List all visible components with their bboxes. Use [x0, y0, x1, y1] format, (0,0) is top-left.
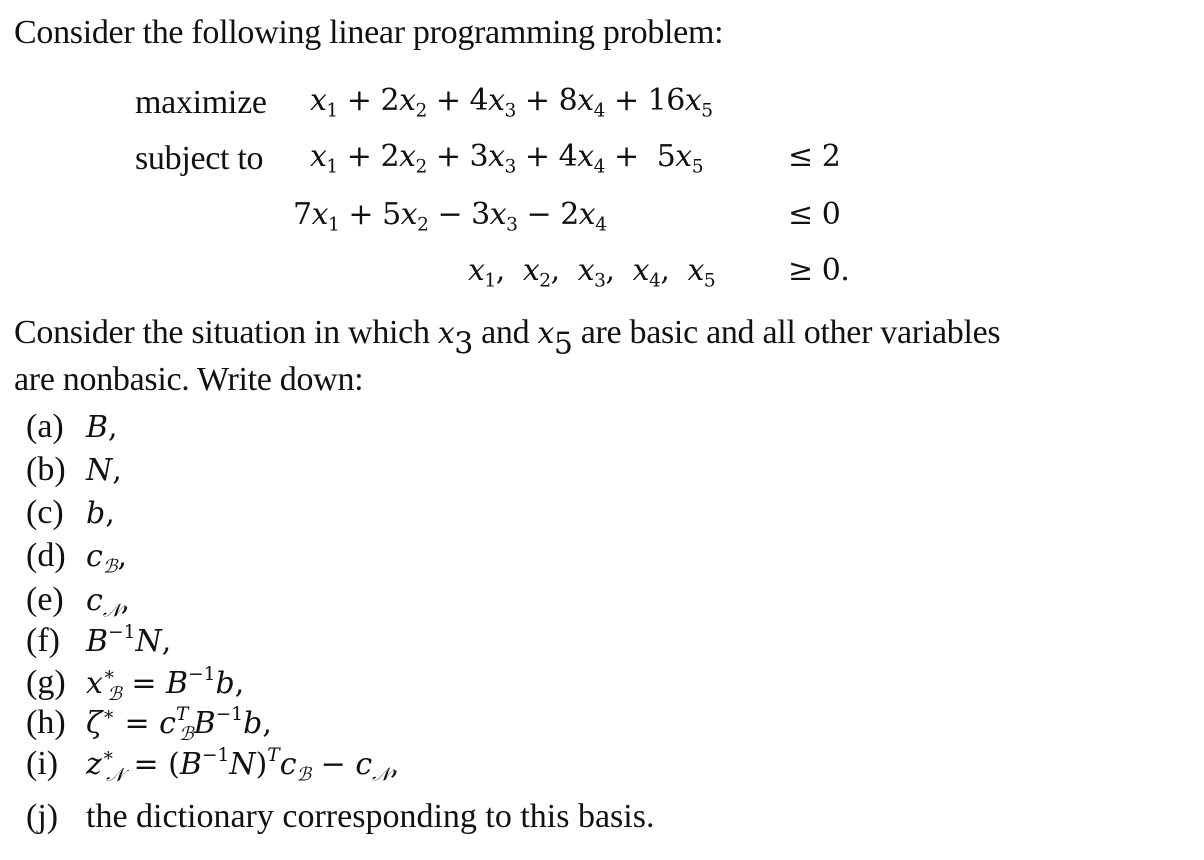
list-item: (f) B−1N,: [26, 621, 172, 659]
rhs-value: 2: [821, 139, 841, 174]
list-item: (a) B,: [26, 410, 118, 444]
list-item: (h) ζ∗ = cTℬB−1b,: [26, 703, 272, 745]
relation: ≥: [788, 253, 813, 288]
basic-var-2-index: 5: [553, 326, 573, 362]
item-expression: c𝒩,: [86, 583, 131, 622]
item-expression: B−1N,: [86, 621, 172, 659]
nonnegativity-rhs: ≥ 0.: [788, 253, 850, 288]
list-item: (c) b,: [26, 496, 115, 530]
item-label: (c): [26, 494, 64, 531]
item-expression: the dictionary corresponding to this bas…: [86, 798, 655, 835]
list-item: (d) cℬ,: [26, 537, 127, 578]
item-expression: B,: [86, 410, 118, 445]
item-label: (e): [26, 581, 64, 618]
constraint-1-lhs: x1 + 2x2 + 3x3 + 4x4 + 5x5: [310, 139, 704, 178]
basic-var-1-index: 3: [454, 326, 473, 362]
item-label: (g): [26, 664, 66, 701]
basic-var-2: x: [537, 316, 554, 351]
paragraph-line-1: Consider the situation in which x3 and x…: [14, 314, 1001, 360]
para-text: are basic and all other variables: [580, 314, 1001, 351]
item-expression: x∗ℬ = B−1b,: [86, 663, 245, 705]
constraint-label: subject to: [135, 140, 264, 177]
relation: ≤: [788, 197, 813, 232]
nonnegativity-lhs: x1, x2, x3, x4, x5: [468, 253, 716, 292]
item-label: (f): [26, 622, 60, 659]
rhs-value: 0: [821, 197, 841, 232]
constraint-2-rhs: ≤ 0: [788, 197, 841, 232]
para-text: and: [481, 314, 530, 351]
item-label: (i): [26, 745, 59, 782]
relation: ≤: [788, 139, 813, 174]
intro-text: Consider the following linear programmin…: [14, 14, 724, 51]
item-label: (b): [26, 451, 66, 488]
item-label: (a): [26, 408, 64, 445]
paragraph-line-2: are nonbasic. Write down:: [14, 361, 364, 398]
item-expression: cℬ,: [86, 539, 127, 578]
basic-var-1: x: [437, 316, 455, 351]
item-label: (j): [26, 798, 59, 835]
item-expression: b,: [86, 496, 115, 531]
item-expression: N,: [86, 453, 122, 488]
objective-expression: x1 + 2x2 + 4x3 + 8x4 + 16x5: [310, 83, 713, 122]
list-item: (e) c𝒩,: [26, 581, 131, 622]
list-item: (j) the dictionary corresponding to this …: [26, 800, 654, 834]
item-label: (h): [26, 704, 66, 741]
rhs-value: 0.: [821, 253, 850, 288]
constraint-1-rhs: ≤ 2: [788, 139, 841, 174]
constraint-2-lhs: 7x1 + 5x2 − 3x3 − 2x4: [293, 197, 607, 236]
objective-label: maximize: [135, 84, 267, 121]
list-item: (g) x∗ℬ = B−1b,: [26, 663, 245, 705]
list-item: (b) N,: [26, 453, 122, 487]
item-label: (d): [26, 537, 66, 574]
list-item: (i) z∗𝒩 = (B−1N)Tcℬ − c𝒩,: [26, 744, 400, 786]
para-text: Consider the situation in which: [14, 314, 430, 351]
item-expression: ζ∗ = cTℬB−1b,: [86, 703, 272, 745]
item-expression: z∗𝒩 = (B−1N)Tcℬ − c𝒩,: [86, 744, 400, 786]
